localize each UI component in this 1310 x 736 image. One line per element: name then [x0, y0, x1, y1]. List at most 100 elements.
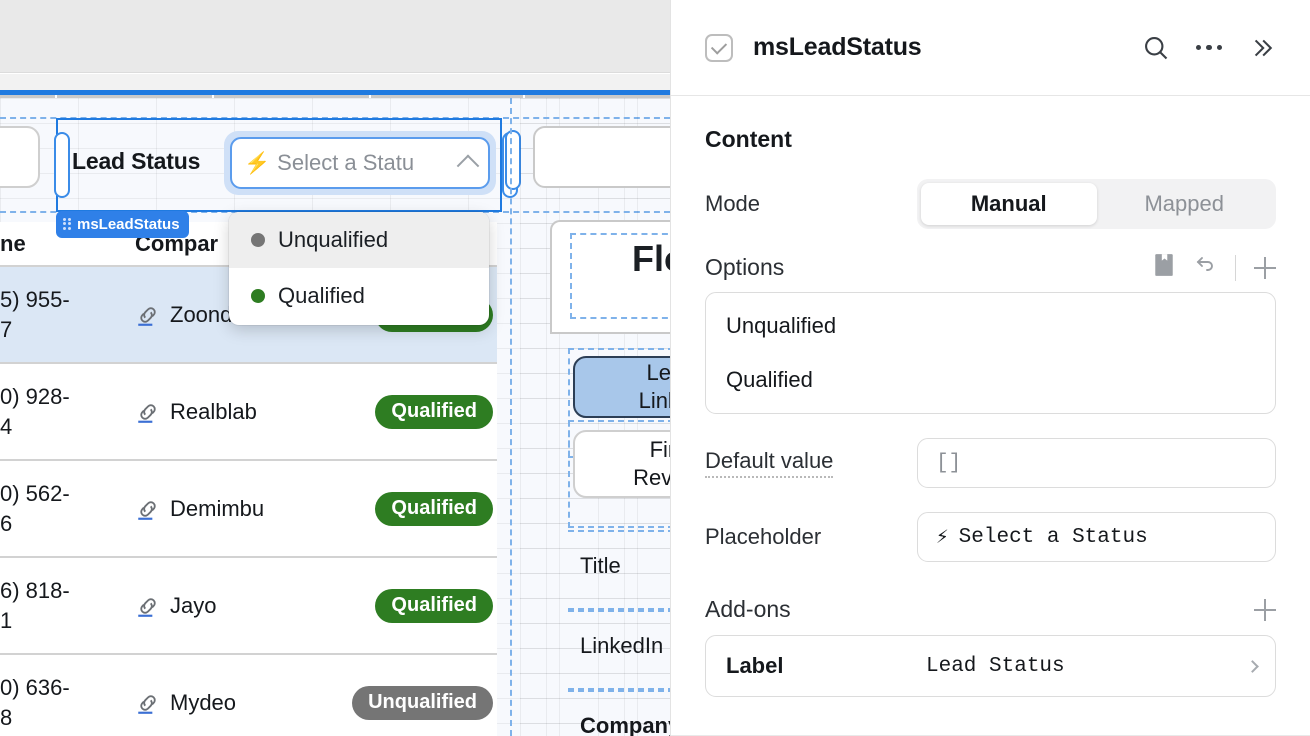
library-icon[interactable] [1153, 253, 1175, 282]
default-value-text: [] [936, 451, 962, 475]
addon-value: Lead Status [926, 654, 1065, 678]
resize-handle-left[interactable] [54, 132, 70, 198]
chevron-up-icon[interactable] [456, 154, 480, 178]
search-icon[interactable] [1142, 34, 1170, 62]
component-name-badge[interactable]: msLeadStatus [56, 211, 189, 238]
refresh-icon[interactable] [1193, 253, 1217, 282]
placeholder-label: Placeholder [705, 524, 822, 549]
table-row[interactable]: 6) 818- 1 Jayo Qualified [0, 558, 497, 655]
cell-phone: 0) 562- 6 [0, 481, 70, 536]
drag-handle-icon[interactable] [63, 217, 71, 232]
addons-header-row: Add-ons [705, 596, 1276, 623]
add-option-plus-icon[interactable] [1254, 256, 1276, 279]
panel-title: msLeadStatus [753, 33, 922, 61]
addon-item-label[interactable]: Label Lead Status [705, 635, 1276, 697]
lead-linkedin-button[interactable]: Lead Linked [573, 356, 670, 418]
ghost-button-line2: Revenu [633, 465, 670, 490]
field-label-linkedin: LinkedIn [580, 633, 664, 658]
dropdown-option-label: Unqualified [278, 227, 389, 252]
company-name: Jayo [170, 592, 217, 618]
panel-header: msLeadStatus [671, 0, 1310, 96]
field-label-company: Company [580, 713, 670, 736]
lead-status-select[interactable]: ⚡ Select a Statu [230, 137, 490, 189]
default-value-row: Default value [] [705, 438, 1276, 488]
link-icon [138, 403, 156, 423]
content-section-title: Content [705, 126, 792, 152]
mode-row: Mode Manual Mapped [705, 179, 1276, 229]
link-icon [138, 597, 156, 617]
option-item[interactable]: Qualified [726, 367, 1275, 393]
canvas-toolbar-area [0, 0, 670, 73]
status-badge: Qualified [375, 588, 493, 623]
hero-subtitle: 2 [580, 281, 670, 320]
lead-status-select-focus-ring: ⚡ Select a Statu [224, 131, 496, 195]
link-icon [138, 306, 156, 326]
hero-separator [550, 332, 670, 334]
addons-label: Add-ons [705, 596, 791, 622]
ghost-button-line1: Find [649, 436, 670, 462]
primary-button-line1: Lead [646, 359, 670, 385]
status-badge: Qualified [375, 394, 493, 429]
table-row[interactable]: 0) 562- 6 Demimbu Qualified [0, 461, 497, 558]
properties-panel: msLeadStatus Content Mode Manual Mapped … [670, 0, 1310, 736]
resize-handle-right-secondary[interactable] [505, 130, 521, 190]
find-revenue-button[interactable]: Find Revenu [573, 430, 670, 498]
chevron-right-icon[interactable] [1246, 659, 1259, 673]
toolbar-divider [1235, 254, 1236, 281]
panel-body: Content Mode Manual Mapped Options Unqua… [671, 96, 1310, 697]
lead-status-dropdown-menu[interactable]: Unqualified Qualified [229, 212, 489, 325]
cell-phone: 0) 636- 8 [0, 675, 70, 730]
mode-segmented-control: Manual Mapped [917, 179, 1276, 229]
status-badge: Unqualified [352, 685, 493, 720]
table-row[interactable]: 0) 636- 8 Mydeo Unqualified [0, 655, 497, 736]
cell-company-status: Realblab Qualified [135, 394, 497, 429]
lightning-bolt-icon: ⚡ [244, 151, 271, 175]
option-item[interactable]: Unqualified [726, 313, 1275, 339]
link-icon [138, 694, 156, 714]
lead-status-field-label: Lead Status [72, 148, 201, 174]
company-name: Realblab [170, 398, 257, 424]
placeholder-input[interactable]: ⚡ Select a Status [917, 512, 1276, 562]
placeholder-text: Select a Status [958, 525, 1148, 549]
cell-phone: 5) 955- 7 [0, 287, 70, 342]
component-enabled-checkbox[interactable] [705, 33, 733, 62]
lightning-bolt-icon: ⚡ [936, 527, 949, 550]
form-preview-column: Flori 2 Lead Linked Find Revenu Title Li… [520, 98, 670, 736]
cell-company-status: Demimbu Qualified [135, 491, 497, 526]
status-dot-icon [251, 289, 265, 303]
component-name-text: msLeadStatus [77, 216, 180, 233]
options-header-row: Options [705, 253, 1276, 282]
dropdown-option-label: Qualified [278, 283, 365, 308]
mode-option-mapped[interactable]: Mapped [1097, 183, 1273, 225]
mode-label: Mode [705, 191, 761, 216]
table-row[interactable]: 0) 928- 4 Realblab Qualified [0, 364, 497, 461]
default-value-label-cell: Default value [705, 448, 917, 478]
canvas-subtoolbar-area [0, 74, 670, 90]
placeholder-row: Placeholder ⚡ Select a Status [705, 512, 1276, 562]
mode-option-manual[interactable]: Manual [921, 183, 1097, 225]
app-screen: Lead Status ⚡ Select a Statu R msLeadSta… [0, 0, 1310, 736]
dropdown-option-qualified[interactable]: Qualified [229, 268, 489, 324]
company-name: Demimbu [170, 495, 265, 521]
options-toolbar [1153, 253, 1276, 282]
status-badge: Qualified [375, 491, 493, 526]
more-horizontal-icon[interactable] [1195, 44, 1222, 51]
field-label-title: Title [580, 553, 621, 578]
options-list: Unqualified Qualified [705, 292, 1276, 414]
add-addon-plus-icon[interactable] [1254, 598, 1276, 621]
default-value-label: Default value [705, 448, 834, 478]
cell-phone: 0) 928- 4 [0, 384, 70, 439]
dropdown-option-unqualified[interactable]: Unqualified [229, 212, 489, 268]
default-value-input[interactable]: [] [917, 438, 1276, 488]
column-guide-vertical [510, 98, 512, 736]
cell-company-status: Jayo Qualified [135, 588, 497, 623]
addon-name: Label [726, 653, 784, 678]
options-label: Options [705, 254, 785, 280]
cell-phone: 6) 818- 1 [0, 578, 70, 633]
table-body: 5) 955-7ZoondeQualified0) 928-4RealblabQ… [0, 267, 497, 736]
cell-company-status: Mydeo Unqualified [135, 685, 497, 720]
link-icon [138, 500, 156, 520]
chevron-double-right-icon[interactable] [1248, 35, 1274, 61]
design-canvas: Lead Status ⚡ Select a Statu R msLeadSta… [0, 0, 670, 736]
company-name: Mydeo [170, 689, 237, 715]
